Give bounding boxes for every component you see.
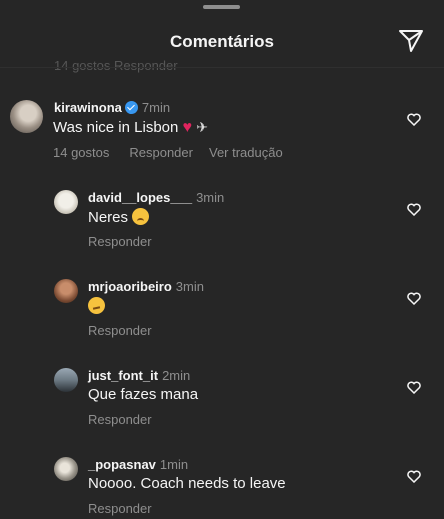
- like-heart-icon[interactable]: [407, 203, 421, 216]
- red-heart-emoji: ♥: [182, 119, 193, 136]
- reply-button[interactable]: Responder: [129, 145, 193, 160]
- comment-time: 3min: [175, 279, 204, 294]
- like-heart-icon[interactable]: [407, 470, 421, 483]
- reply-item: mrjoaoribeiro 3min Responder: [0, 275, 444, 341]
- worried-face-emoji: [132, 208, 150, 225]
- comment-time: 7min: [141, 100, 171, 115]
- thinking-face-emoji: [88, 297, 105, 314]
- reply-button[interactable]: Responder: [88, 412, 152, 427]
- like-heart-icon[interactable]: [407, 381, 421, 394]
- reply-item: just_font_it 2min Que fazes mana Responde…: [0, 364, 444, 430]
- comment-username[interactable]: _popasnav: [88, 457, 156, 472]
- verified-badge-icon: [124, 101, 138, 114]
- comment-time: 1min: [159, 457, 189, 472]
- avatar[interactable]: [54, 457, 78, 481]
- like-heart-icon[interactable]: [407, 292, 421, 305]
- comment-username[interactable]: david__lopes___: [88, 190, 192, 205]
- comment-time: 3min: [196, 190, 225, 205]
- avatar[interactable]: [10, 100, 43, 133]
- reply-button[interactable]: Responder: [88, 234, 152, 249]
- like-heart-icon[interactable]: [407, 113, 421, 126]
- page-title: Comentários: [170, 32, 274, 51]
- comment-text: Que fazes mana: [88, 386, 199, 403]
- comment-time: 2min: [162, 368, 191, 383]
- comments-sheet: Comentários 14 gostos Responder kirawino…: [0, 0, 444, 519]
- comment-username[interactable]: kirawinona: [54, 100, 122, 115]
- comment-item: kirawinona 7min Was nice in Lisbon ♥ ✈ 14…: [0, 96, 444, 166]
- drag-handle[interactable]: [203, 5, 240, 9]
- translate-link[interactable]: Ver tradução: [209, 145, 283, 160]
- comment-username[interactable]: mrjoaoribeiro: [88, 279, 172, 294]
- divider: [0, 67, 444, 68]
- likes-count[interactable]: 14 gostos: [53, 145, 109, 160]
- plane-emoji: ✈: [196, 119, 208, 135]
- reply-item: _popasnav 1min Noooo. Coach needs to leav…: [0, 453, 444, 519]
- reply-button[interactable]: Responder: [88, 501, 152, 516]
- comment-text: Was nice in Lisbon: [53, 119, 179, 136]
- reply-item: david__lopes___ 3min Neres Responder: [0, 186, 444, 252]
- reply-button[interactable]: Responder: [88, 323, 152, 338]
- avatar[interactable]: [54, 279, 78, 303]
- comment-text: Neres: [88, 209, 129, 226]
- scrolled-actions: 14 gostos Responder: [54, 58, 178, 73]
- avatar[interactable]: [54, 190, 78, 214]
- comment-username[interactable]: just_font_it: [88, 368, 158, 383]
- avatar[interactable]: [54, 368, 78, 392]
- comment-text: Noooo. Coach needs to leave: [88, 475, 286, 492]
- send-icon[interactable]: [398, 29, 424, 53]
